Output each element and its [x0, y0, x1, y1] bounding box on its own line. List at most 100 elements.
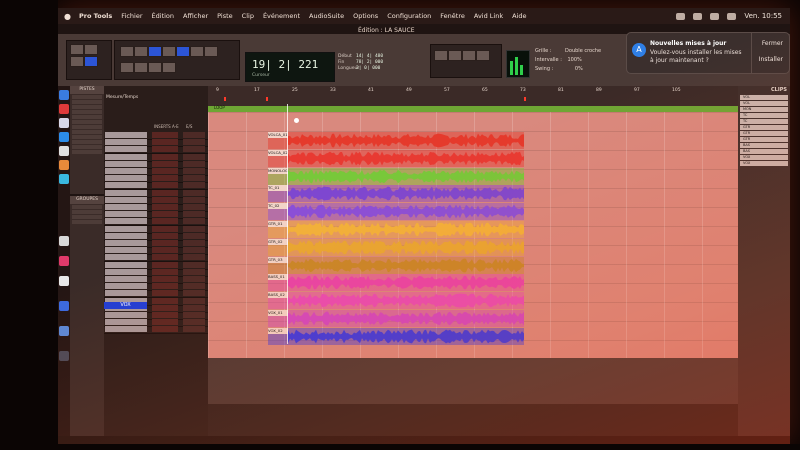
list-item[interactable]	[72, 140, 102, 144]
io-selector[interactable]	[183, 240, 205, 246]
insert-slot[interactable]	[152, 319, 178, 326]
main-counter[interactable]: 19| 2| 221 Curseur	[245, 52, 335, 82]
io-selector[interactable]	[183, 312, 205, 318]
track-name-plate[interactable]	[105, 268, 147, 275]
app-icon[interactable]	[59, 301, 69, 311]
audio-clip[interactable]: VOX_02	[268, 327, 524, 345]
play-button[interactable]	[462, 50, 476, 61]
playhead[interactable]	[287, 104, 288, 344]
grid-mode-button[interactable]	[84, 56, 98, 67]
track-name-plate[interactable]	[105, 290, 147, 297]
tab-to-transient-button[interactable]	[120, 62, 134, 73]
track-name-plate[interactable]	[105, 196, 147, 203]
menu-fichier[interactable]: Fichier	[121, 12, 142, 20]
menu-audiosuite[interactable]: AudioSuite	[309, 12, 344, 20]
nudge-value[interactable]: 100%	[567, 57, 581, 63]
io-selector[interactable]	[183, 283, 205, 290]
list-item[interactable]: VOX	[740, 155, 788, 160]
insert-slot[interactable]	[152, 175, 178, 182]
io-selector[interactable]	[183, 326, 205, 333]
list-item[interactable]	[72, 135, 102, 139]
io-selector[interactable]	[183, 139, 205, 146]
swing-value[interactable]: 0%	[575, 66, 583, 72]
menubar-clock[interactable]: Ven. 10:55	[744, 12, 782, 20]
app-icon[interactable]	[59, 351, 69, 361]
audio-clip[interactable]: GTR_02	[268, 238, 524, 256]
trim-tool-icon[interactable]	[134, 46, 148, 57]
app-icon[interactable]	[59, 276, 69, 286]
track-name-plate[interactable]	[105, 204, 147, 210]
io-selector[interactable]	[183, 232, 205, 239]
list-item[interactable]: GTR	[740, 131, 788, 136]
menu-avid-link[interactable]: Avid Link	[474, 12, 503, 20]
app-icon[interactable]	[59, 104, 69, 114]
insert-slot[interactable]	[152, 168, 178, 174]
insert-slot[interactable]	[152, 189, 178, 196]
track-name-plate[interactable]	[105, 189, 147, 196]
update-notification[interactable]: A Nouvelles mises à jour Voulez-vous ins…	[626, 32, 790, 74]
list-item[interactable]: GTR	[740, 137, 788, 142]
insert-slot[interactable]	[152, 312, 178, 318]
io-selector[interactable]	[183, 132, 205, 138]
list-item[interactable]: VOL	[740, 101, 788, 106]
insert-slot[interactable]	[152, 218, 178, 225]
list-item[interactable]	[72, 115, 102, 119]
track-name-plate[interactable]	[105, 240, 147, 246]
battery-icon[interactable]	[676, 12, 686, 20]
vox-folder-label[interactable]: VOX	[104, 302, 147, 309]
track-name-plate[interactable]	[105, 182, 147, 189]
list-item[interactable]: GTR	[740, 125, 788, 130]
link-timeline-button[interactable]	[134, 62, 148, 73]
audio-clip[interactable]: BASS_02	[268, 292, 524, 310]
track-name-plate[interactable]	[105, 283, 147, 290]
zoom-tool-icon[interactable]	[120, 46, 134, 57]
io-selector[interactable]	[183, 204, 205, 210]
track-name-plate[interactable]	[105, 153, 147, 160]
list-item[interactable]	[72, 120, 102, 124]
record-button[interactable]	[476, 50, 490, 61]
io-selector[interactable]	[183, 189, 205, 196]
menu-configuration[interactable]: Configuration	[387, 12, 431, 20]
insert-slot[interactable]	[152, 211, 178, 218]
menu-options[interactable]: Options	[353, 12, 378, 20]
list-item[interactable]	[72, 100, 102, 104]
io-selector[interactable]	[183, 182, 205, 189]
track-name-plate[interactable]	[105, 254, 147, 261]
track-header-row[interactable]	[104, 326, 208, 335]
list-item[interactable]	[72, 95, 102, 99]
track-name-plate[interactable]	[105, 276, 147, 282]
insert-slot[interactable]	[152, 276, 178, 282]
wifi-icon[interactable]	[710, 12, 720, 20]
list-item[interactable]	[72, 110, 102, 114]
insert-slot[interactable]	[152, 297, 178, 304]
io-selector[interactable]	[183, 297, 205, 304]
menu-piste[interactable]: Piste	[217, 12, 233, 20]
track-name-plate[interactable]	[105, 211, 147, 218]
audio-clip[interactable]: VOLCA_02	[268, 149, 524, 167]
smart-tool-icon[interactable]	[176, 46, 190, 57]
app-icon[interactable]	[59, 174, 69, 184]
insert-slot[interactable]	[152, 232, 178, 239]
apple-menu-icon[interactable]: ●	[64, 12, 71, 21]
list-item[interactable]: VOL	[740, 95, 788, 100]
io-selector[interactable]	[183, 319, 205, 326]
insert-slot[interactable]	[152, 290, 178, 297]
track-name-plate[interactable]	[105, 146, 147, 153]
track-name-plate[interactable]	[105, 218, 147, 225]
menu-fenetre[interactable]: Fenêtre	[440, 12, 465, 20]
marker[interactable]	[524, 97, 526, 101]
insert-slot[interactable]	[152, 204, 178, 210]
insert-slot[interactable]	[152, 304, 178, 311]
audio-clip[interactable]: MONOLOG	[268, 167, 524, 185]
track-name-plate[interactable]	[105, 247, 147, 254]
link-track-button[interactable]	[148, 62, 162, 73]
menu-clip[interactable]: Clip	[242, 12, 254, 20]
rewind-button[interactable]	[434, 50, 448, 61]
app-icon[interactable]	[59, 132, 69, 142]
insert-slot[interactable]	[152, 153, 178, 160]
io-selector[interactable]	[183, 211, 205, 218]
insert-slot[interactable]	[152, 261, 178, 268]
io-selector[interactable]	[183, 153, 205, 160]
app-icon[interactable]	[59, 146, 69, 156]
list-item[interactable]: BAS	[740, 149, 788, 154]
